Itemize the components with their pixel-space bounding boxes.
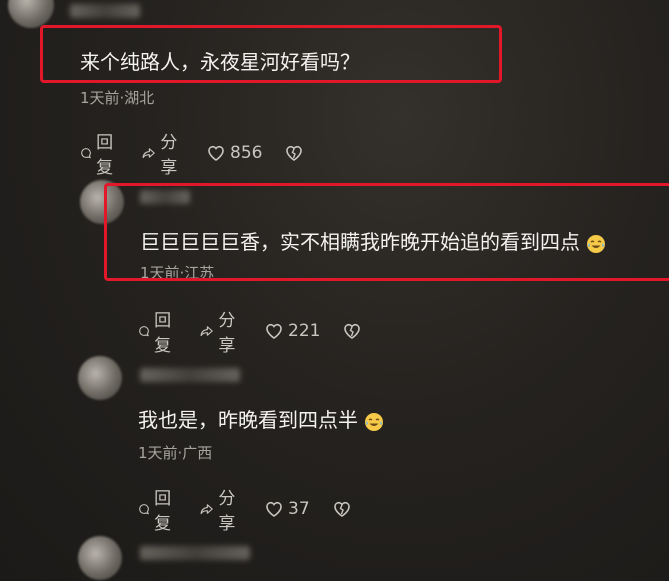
reply-label: 回复 <box>96 133 114 178</box>
share-arrow-icon <box>200 326 213 337</box>
dislike-button[interactable] <box>342 322 366 340</box>
heart-icon <box>266 323 282 339</box>
comment-actions: 回复 分享 221 <box>138 306 388 356</box>
like-count: 856 <box>230 143 263 163</box>
comment-meta: 1天前·湖北 <box>80 89 155 107</box>
avatar[interactable] <box>78 356 122 400</box>
like-button[interactable]: 856 <box>206 143 262 163</box>
heart-icon <box>208 145 224 161</box>
share-button[interactable]: 分享 <box>199 484 242 534</box>
comment-bubble-icon <box>139 326 149 337</box>
broken-heart-icon <box>286 145 303 161</box>
share-button[interactable]: 分享 <box>199 306 242 356</box>
broken-heart-icon <box>333 501 350 517</box>
share-arrow-icon <box>142 148 155 159</box>
comment-text: 我也是，昨晚看到四点半 <box>138 404 384 433</box>
avatar[interactable] <box>8 0 54 28</box>
share-button[interactable]: 分享 <box>141 128 184 178</box>
reply-button[interactable]: 回复 <box>138 306 177 356</box>
comment-actions: 回复 分享 37 <box>138 484 378 534</box>
broken-heart-icon <box>344 323 361 339</box>
comment-bubble-icon <box>81 148 91 159</box>
username-redacted <box>140 546 250 560</box>
avatar[interactable] <box>78 536 122 580</box>
highlight-box-1 <box>40 25 502 83</box>
username-redacted <box>140 368 240 382</box>
laugh-cry-emoji <box>365 412 384 431</box>
share-arrow-icon <box>200 504 213 515</box>
like-button[interactable]: 221 <box>264 321 320 341</box>
reply-button[interactable]: 回复 <box>80 128 119 178</box>
reply-button[interactable]: 回复 <box>138 484 177 534</box>
like-count: 221 <box>288 321 321 341</box>
dislike-button[interactable] <box>284 144 308 162</box>
share-label: 分享 <box>160 133 178 178</box>
like-count: 37 <box>288 499 310 519</box>
comment-bubble-icon <box>139 504 149 515</box>
reply-label: 回复 <box>154 489 172 534</box>
dislike-button[interactable] <box>332 500 356 518</box>
reply-label: 回复 <box>154 311 172 356</box>
comment-actions: 回复 分享 856 <box>80 128 330 178</box>
username-redacted <box>70 4 140 18</box>
share-label: 分享 <box>218 489 236 534</box>
share-label: 分享 <box>218 311 236 356</box>
like-button[interactable]: 37 <box>264 499 310 519</box>
comment-meta: 1天前·广西 <box>138 444 213 462</box>
heart-icon <box>266 501 282 517</box>
highlight-box-2 <box>104 183 669 281</box>
